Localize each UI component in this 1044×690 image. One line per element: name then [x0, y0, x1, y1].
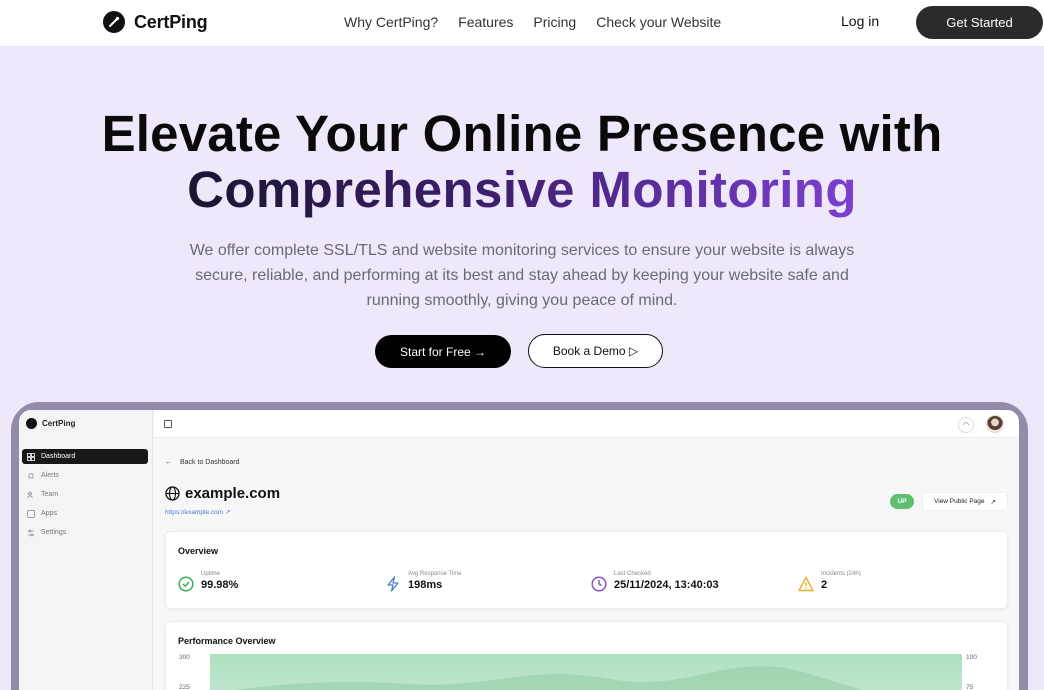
view-public-label: View Public Page — [934, 498, 985, 505]
brand[interactable]: CertPing — [103, 11, 208, 33]
external-link-icon: ↗ — [990, 498, 996, 506]
hero-heading-line1: Elevate Your Online Presence with — [101, 105, 943, 162]
stat-value: 2 — [821, 579, 828, 591]
get-started-button[interactable]: Get Started — [916, 6, 1043, 39]
performance-title: Performance Overview — [178, 636, 276, 646]
top-navbar: CertPing Why CertPing? Features Pricing … — [0, 0, 1044, 47]
arrow-left-icon: ← — [165, 459, 172, 466]
dashboard-content: ← Back to Dashboard example.com https://… — [19, 410, 1019, 690]
nav-link-features[interactable]: Features — [458, 14, 513, 30]
site-url-link[interactable]: https://example.com ↗ — [165, 508, 230, 516]
right-axis-tick: 75 — [966, 684, 974, 690]
back-to-dashboard-link[interactable]: ← Back to Dashboard — [165, 459, 240, 466]
performance-card: Performance Overview 300 225 100 75 — [165, 621, 1008, 690]
site-title: example.com — [165, 485, 280, 502]
stat-value: 25/11/2024, 13:40:03 — [614, 579, 719, 591]
stat-uptime: Uptime 99.98% — [178, 571, 238, 592]
clock-icon — [591, 576, 607, 592]
stat-label: Incidents (24h) — [821, 571, 861, 577]
performance-chart-area — [210, 654, 962, 690]
warning-icon — [798, 576, 814, 592]
stat-label: Avg Response Time — [408, 571, 462, 577]
stat-label: Uptime — [201, 571, 221, 577]
login-link[interactable]: Log in — [841, 13, 879, 29]
hero-heading-line2: Comprehensive Monitoring — [0, 160, 1044, 219]
check-circle-icon — [178, 576, 194, 592]
stat-incidents: Incidents (24h) 2 — [798, 571, 861, 592]
overview-title: Overview — [178, 546, 219, 556]
stat-value: 198ms — [408, 579, 443, 591]
hero-heading-gradient-text: Comprehensive Monitoring — [187, 161, 857, 218]
back-link-label: Back to Dashboard — [180, 459, 240, 466]
nav-link-check-website[interactable]: Check your Website — [596, 14, 721, 30]
left-axis-tick: 225 — [179, 684, 190, 690]
overview-card: Overview Uptime 99.98% Avg Response Time 1… — [165, 531, 1008, 609]
nav-links: Why CertPing? Features Pricing Check you… — [344, 14, 721, 30]
stat-avg-response: Avg Response Time 198ms — [385, 571, 462, 592]
performance-chart — [236, 666, 864, 690]
left-axis-tick: 300 — [179, 654, 190, 661]
external-link-icon: ↗ — [224, 509, 231, 516]
stat-label: Last Checked — [614, 571, 651, 577]
stat-last-checked: Last Checked 25/11/2024, 13:40:03 — [591, 571, 719, 592]
brand-name: CertPing — [134, 11, 208, 32]
stat-value: 99.98% — [201, 579, 239, 591]
site-url: https://example.com — [165, 509, 224, 516]
hero-subtitle: We offer complete SSL/TLS and website mo… — [189, 242, 855, 309]
lightning-icon — [387, 576, 399, 592]
nav-link-pricing[interactable]: Pricing — [533, 14, 576, 30]
right-axis-tick: 100 — [966, 654, 977, 661]
status-badge: UP — [890, 494, 914, 509]
start-for-free-button[interactable]: Start for Free → — [375, 335, 511, 368]
view-public-page-button[interactable]: View Public Page ↗ — [922, 492, 1008, 511]
nav-link-why[interactable]: Why CertPing? — [344, 14, 438, 30]
site-name: example.com — [185, 485, 281, 502]
book-a-demo-button[interactable]: Book a Demo ▷ — [528, 334, 663, 368]
certping-logo-icon — [103, 11, 125, 33]
globe-icon — [165, 486, 180, 501]
